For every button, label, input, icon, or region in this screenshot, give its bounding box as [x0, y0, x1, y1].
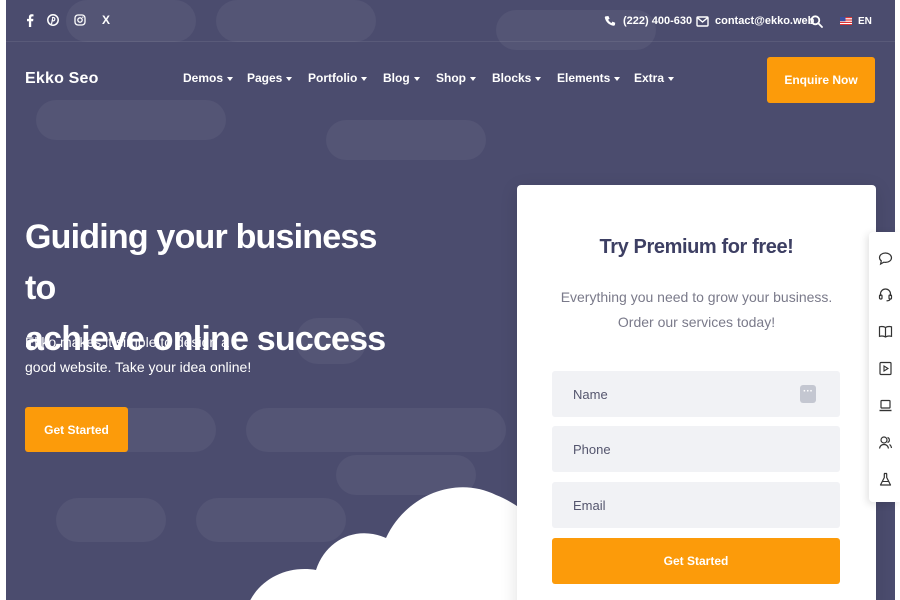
subtitle-line: Everything you need to grow your busines… — [560, 289, 833, 305]
chat-bubble-icon[interactable] — [876, 249, 894, 267]
get-started-button[interactable]: Get Started — [25, 407, 128, 452]
search-button[interactable] — [810, 12, 829, 30]
book-icon[interactable] — [876, 322, 894, 340]
envelope-icon — [696, 15, 709, 27]
caret-down-icon — [286, 76, 293, 81]
us-flag-icon — [840, 17, 852, 25]
pinterest-icon[interactable] — [46, 13, 60, 27]
caret-down-icon — [227, 76, 234, 81]
background-pill — [56, 498, 166, 542]
form-title: Try Premium for free! — [599, 236, 794, 258]
caret-down-icon — [413, 76, 420, 81]
users-icon[interactable] — [876, 433, 894, 451]
flask-icon[interactable] — [876, 470, 894, 488]
nav-item-extra[interactable]: Extra — [634, 71, 675, 85]
phone-field[interactable] — [552, 426, 840, 472]
nav-item-shop[interactable]: Shop — [436, 71, 476, 85]
nav-item-blog[interactable]: Blog — [383, 71, 420, 85]
enquire-now-button[interactable]: Enquire Now — [767, 57, 875, 103]
nav-item-label: Shop — [436, 71, 466, 85]
nav-item-label: Blocks — [492, 71, 532, 85]
phone-number: (222) 400-630 — [623, 15, 693, 27]
caret-down-icon — [614, 76, 621, 81]
subtitle-line: Order our services today! — [617, 314, 776, 330]
top-bar: X (222) 400-630 contact@ekko.web EN — [6, 0, 895, 42]
nav-item-blocks[interactable]: Blocks — [492, 71, 542, 85]
search-icon — [810, 14, 823, 28]
caret-down-icon — [535, 76, 542, 81]
headset-icon[interactable] — [876, 285, 894, 303]
nav-item-label: Demos — [183, 71, 224, 85]
nav-item-label: Portfolio — [308, 71, 358, 85]
laptop-icon[interactable] — [876, 396, 894, 414]
caret-down-icon — [470, 76, 476, 81]
email-field[interactable] — [552, 482, 840, 528]
floating-toolbar — [869, 232, 900, 502]
nav-item-label: Pages — [247, 71, 283, 85]
language-label: EN — [858, 15, 872, 27]
phone-icon — [604, 15, 616, 26]
background-pill — [326, 120, 486, 160]
caret-down-icon — [668, 76, 675, 81]
form-submit-button[interactable]: Get Started — [552, 538, 840, 584]
password-manager-icon[interactable]: ··· — [800, 385, 816, 403]
instagram-icon[interactable] — [73, 13, 87, 27]
nav-item-label: Elements — [557, 71, 611, 85]
site-logo[interactable]: Ekko Seo — [25, 70, 99, 88]
hero-subtext: Ekko makes it simple to design a good we… — [25, 334, 252, 375]
nav-item-demos[interactable]: Demos — [183, 71, 234, 85]
nav-item-elements[interactable]: Elements — [557, 71, 621, 85]
phone-contact[interactable]: (222) 400-630 — [604, 12, 692, 30]
nav-item-portfolio[interactable]: Portfolio — [308, 71, 368, 85]
caret-down-icon — [361, 76, 368, 81]
premium-signup-card: Try Premium for free! Everything you nee… — [517, 185, 876, 600]
cloud-illustration — [250, 487, 546, 600]
headline-line: Guiding your business to — [25, 218, 377, 307]
nav-item-pages[interactable]: Pages — [247, 71, 293, 85]
email-contact[interactable]: contact@ekko.web — [696, 12, 814, 30]
name-field[interactable] — [552, 371, 840, 417]
x-icon[interactable]: X — [99, 13, 113, 27]
video-icon[interactable] — [876, 359, 894, 377]
background-pill — [246, 408, 506, 452]
language-selector[interactable]: EN — [840, 12, 872, 30]
nav-item-label: Extra — [634, 71, 665, 85]
email-address: contact@ekko.web — [715, 15, 815, 27]
facebook-icon[interactable] — [23, 13, 37, 27]
background-pill — [36, 100, 226, 140]
nav-item-label: Blog — [383, 71, 410, 85]
form-subtitle: Everything you need to grow your busines… — [557, 285, 836, 335]
